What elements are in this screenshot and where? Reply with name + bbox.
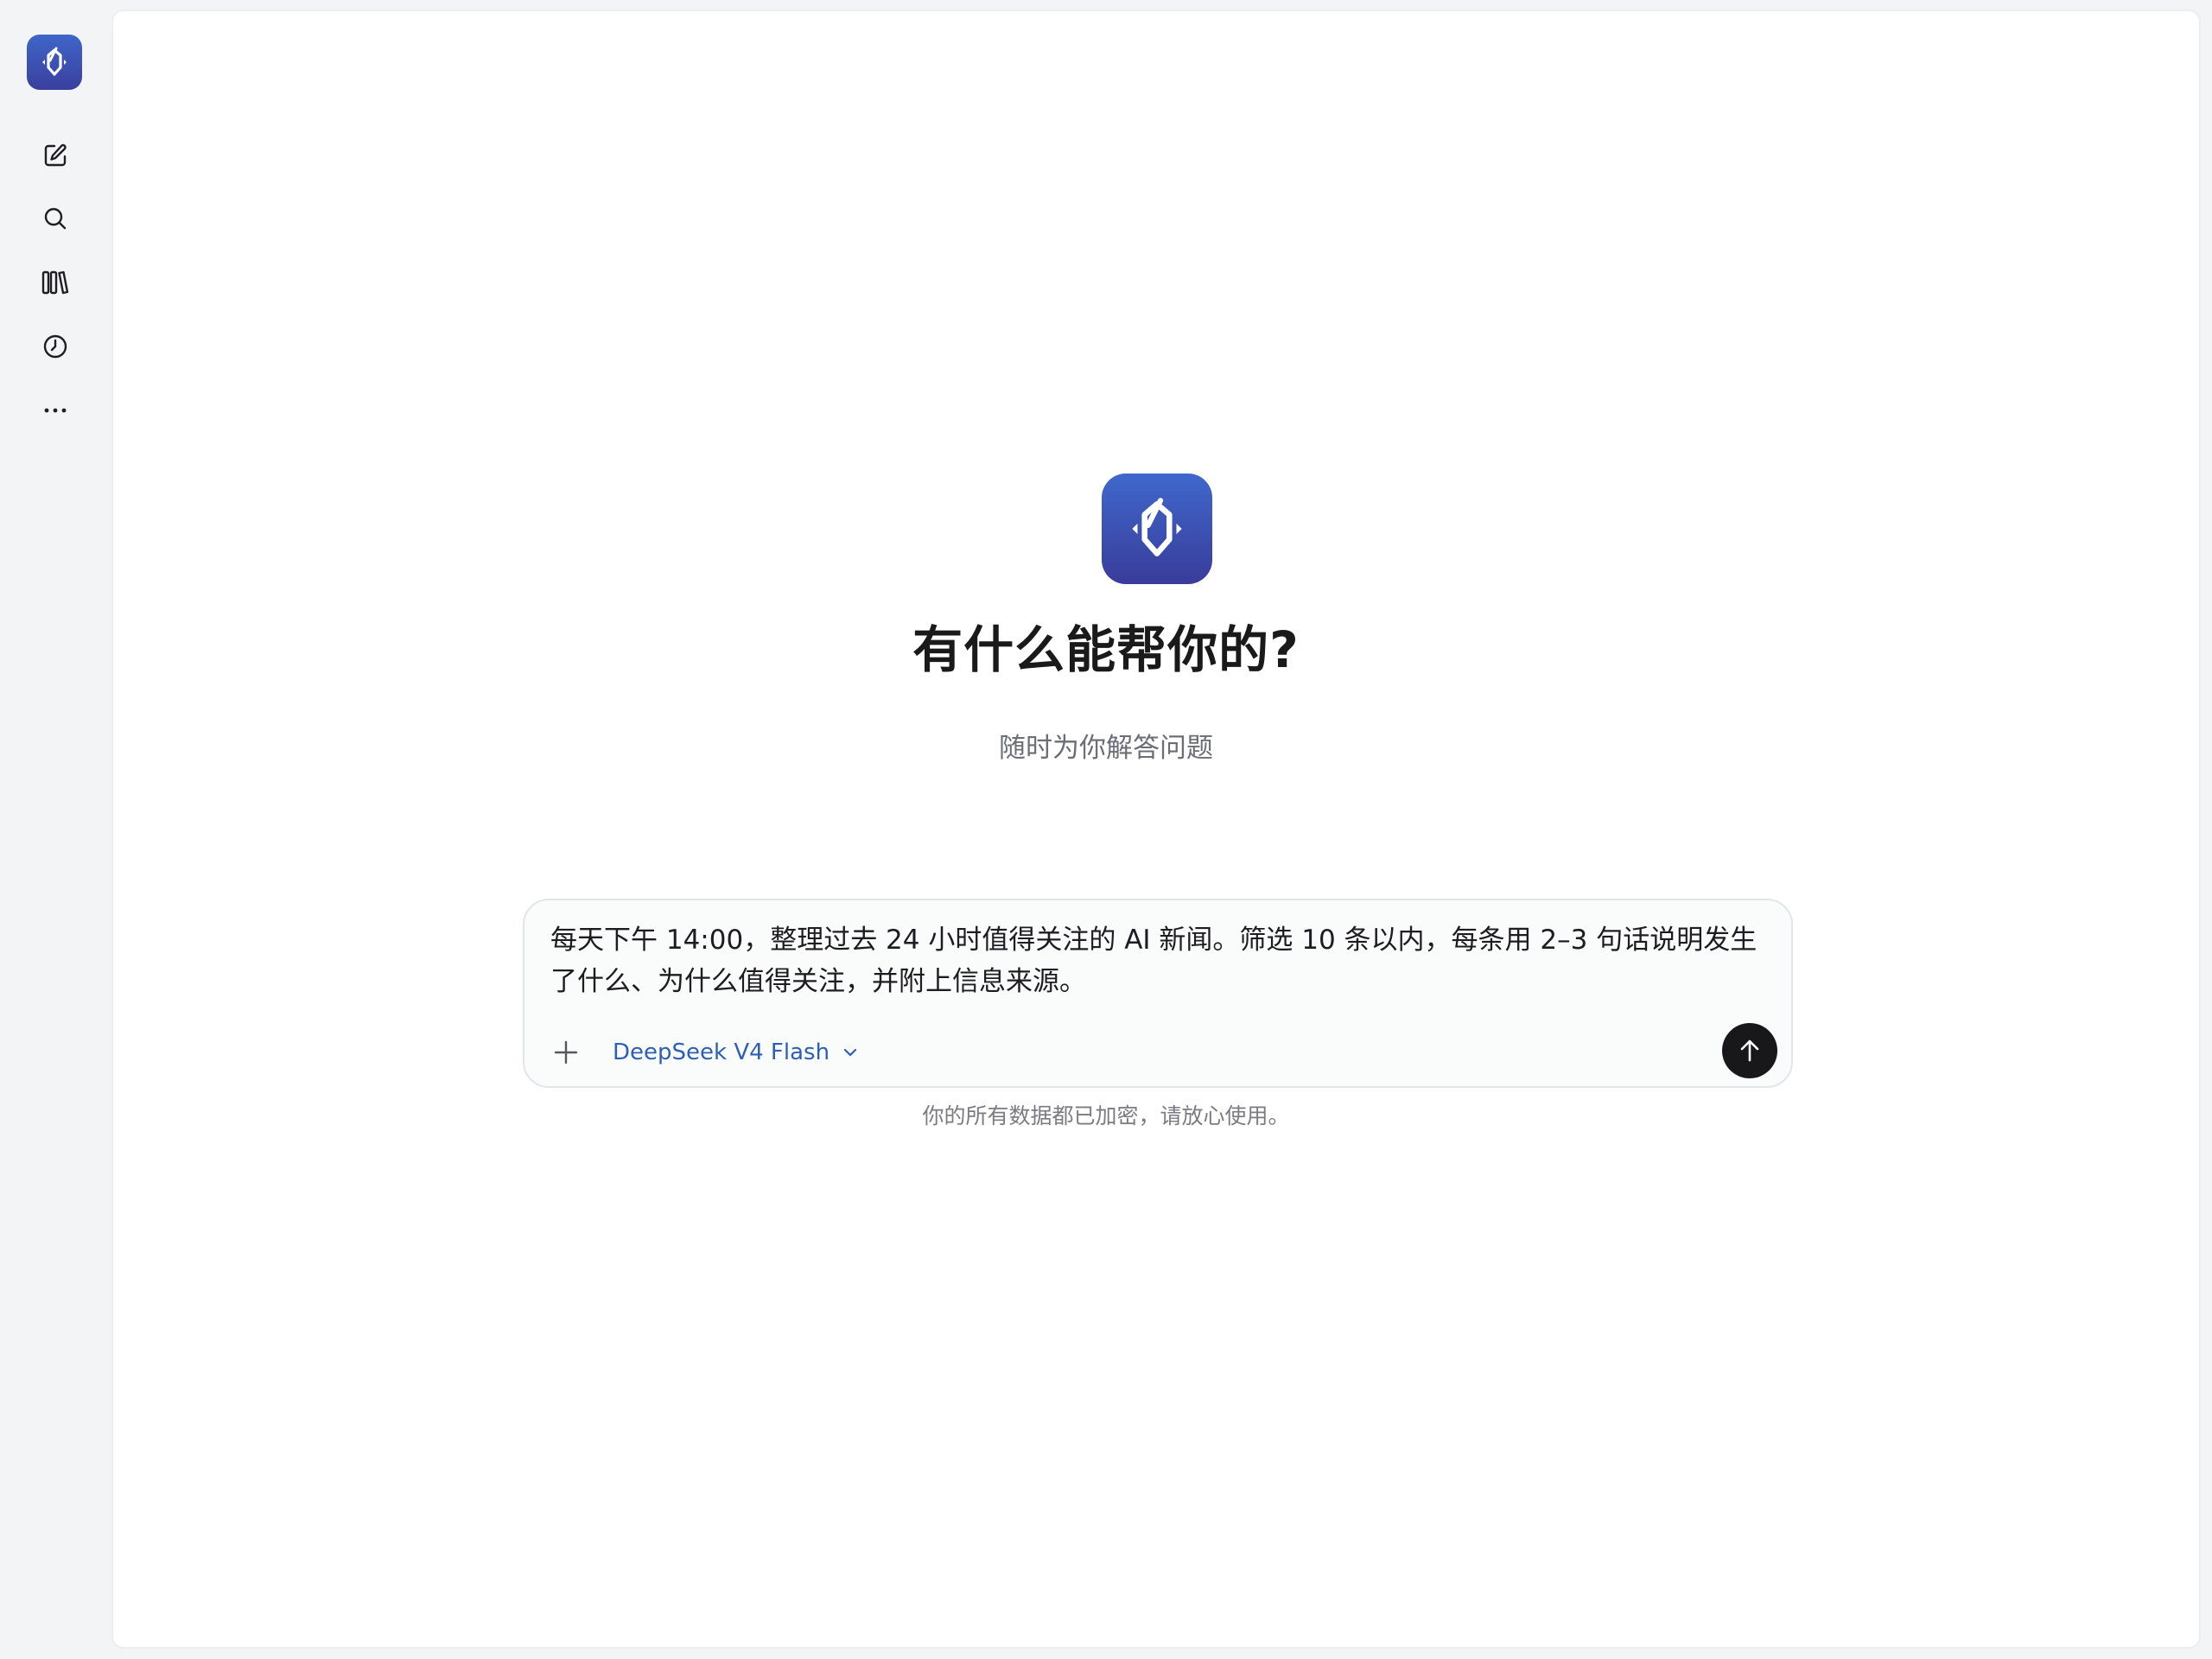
chevron-down-icon (843, 1048, 857, 1057)
sidebar (0, 0, 111, 1659)
main-panel (111, 10, 2201, 1649)
plus-icon (554, 1040, 578, 1065)
sidebar-item-new-chat[interactable] (35, 135, 76, 176)
attach-button[interactable] (547, 1033, 585, 1071)
hero-title: 有什么能帮你的? (912, 620, 1300, 679)
app-logo[interactable] (27, 35, 82, 90)
library-icon (41, 270, 69, 295)
hero-logo (1102, 474, 1212, 584)
app-logo-icon (1132, 498, 1182, 556)
model-selector[interactable]: DeepSeek V4 Flash (613, 1035, 859, 1070)
sidebar-item-history[interactable] (35, 326, 76, 367)
message-input[interactable]: 每天下午 14:00，整理过去 24 小时值得关注的 AI 新闻。筛选 10 条… (550, 919, 1773, 1002)
hero-subtitle: 随时为你解答问题 (999, 733, 1213, 764)
sidebar-item-search[interactable] (35, 198, 76, 239)
more-icon (44, 408, 67, 413)
arrow-up-icon (1740, 1039, 1759, 1062)
sidebar-item-more[interactable] (35, 390, 76, 431)
sidebar-item-library[interactable] (35, 262, 76, 303)
send-button[interactable] (1722, 1023, 1777, 1078)
clock-icon (43, 334, 67, 359)
model-selector-label: DeepSeek V4 Flash (613, 1039, 830, 1065)
search-icon (44, 207, 67, 230)
chat-composer: 每天下午 14:00，整理过去 24 小时值得关注的 AI 新闻。筛选 10 条… (523, 899, 1793, 1088)
edit-icon (44, 143, 67, 167)
privacy-note: 你的所有数据都已加密，请放心使用。 (922, 1103, 1290, 1128)
app-logo-icon (42, 47, 67, 76)
